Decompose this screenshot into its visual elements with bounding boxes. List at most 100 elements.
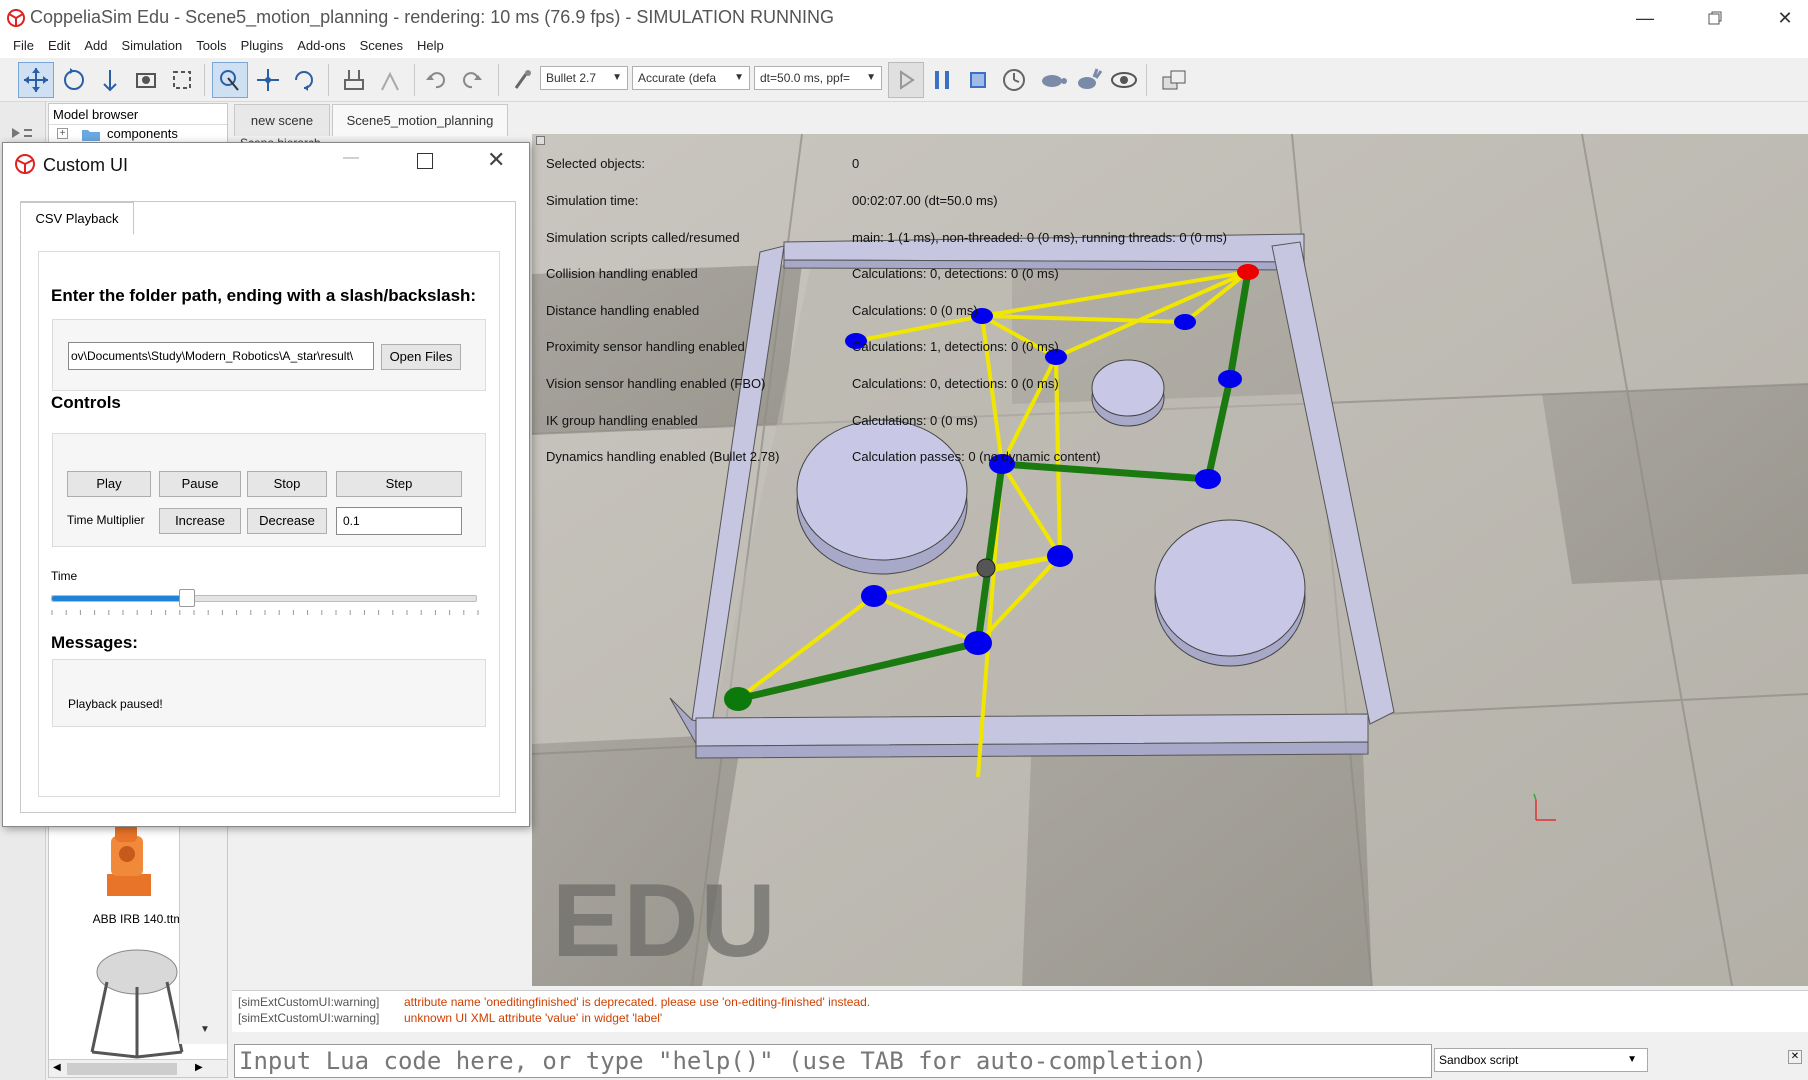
message-text: Playback paused! — [68, 697, 163, 711]
folder-path-input[interactable]: ov\Documents\Study\Modern_Robotics\A_sta… — [68, 342, 374, 370]
start-node — [724, 687, 752, 711]
menu-tools[interactable]: Tools — [189, 36, 233, 56]
tab-csv-playback[interactable]: CSV Playback — [20, 202, 134, 235]
time-slider-fill — [52, 596, 188, 601]
status-console: [simExtCustomUI:warning] attribute name … — [232, 990, 1808, 1032]
menu-edit[interactable]: Edit — [41, 36, 77, 56]
accuracy-select[interactable]: Accurate (defa ▼ — [632, 66, 750, 90]
chevron-down-icon: ▼ — [866, 72, 876, 83]
start-simulation-button[interactable] — [888, 62, 924, 98]
speed-up-rabbit-button[interactable] — [1070, 62, 1106, 98]
slow-down-turtle-button[interactable] — [1034, 62, 1070, 98]
info-value: Calculations: 0, detections: 0 (0 ms) — [852, 266, 1059, 282]
scroll-right-icon[interactable]: ▶ — [195, 1062, 203, 1073]
menu-scenes[interactable]: Scenes — [353, 36, 410, 56]
info-label: IK group handling enabled — [546, 412, 698, 428]
console-message: attribute name 'oneditingfinished' is de… — [404, 995, 871, 1009]
info-value: Calculations: 0 (0 ms) — [852, 412, 978, 428]
info-label: Vision sensor handling enabled (FBO) — [546, 376, 766, 392]
camera-rotate-button[interactable] — [56, 62, 92, 98]
close-icon[interactable]: ✕ — [1762, 0, 1808, 36]
info-value: Calculations: 1, detections: 0 (0 ms) — [852, 339, 1059, 355]
pause-simulation-button[interactable] — [924, 62, 960, 98]
realtime-clock-button[interactable] — [996, 62, 1032, 98]
increase-button[interactable]: Increase — [159, 508, 241, 534]
edu-watermark: EDU — [552, 863, 778, 979]
accuracy-value: Accurate (defa — [638, 71, 717, 85]
dialog-title: Custom UI — [43, 155, 129, 175]
info-label: Proximity sensor handling enabled — [546, 339, 745, 355]
menu-add[interactable]: Add — [77, 36, 114, 56]
dialog-maximize-button[interactable] — [417, 153, 433, 169]
menu-file[interactable]: File — [6, 36, 41, 56]
scroll-thumb[interactable] — [67, 1063, 177, 1075]
info-collapse-icon[interactable] — [536, 136, 545, 145]
model-browser-hscrollbar[interactable]: ◀ ▶ — [49, 1059, 227, 1077]
expand-folder-icon[interactable]: + — [57, 128, 68, 139]
lua-command-input[interactable]: Input Lua code here, or type "help()" (u… — [234, 1044, 1432, 1078]
restore-button[interactable] — [1692, 0, 1738, 36]
scene-viewport[interactable]: Selected objects: Simulation time: Simul… — [532, 134, 1808, 986]
scene-hierarchy-toggle-icon[interactable] — [10, 124, 34, 142]
physics-engine-icon — [504, 62, 540, 98]
click-select-button[interactable] — [212, 62, 248, 98]
menu-addons[interactable]: Add-ons — [290, 36, 352, 56]
visualization-eye-button[interactable] — [1106, 62, 1142, 98]
tab-scene5-motion-planning[interactable]: Scene5_motion_planning — [332, 104, 508, 136]
undo-button[interactable] — [418, 62, 454, 98]
play-button[interactable]: Play — [67, 471, 151, 497]
close-console-icon[interactable]: ✕ — [1788, 1050, 1802, 1064]
page-selector-button[interactable] — [1156, 62, 1192, 98]
decrease-button[interactable]: Decrease — [247, 508, 327, 534]
info-value: 00:02:07.00 (dt=50.0 ms) — [852, 193, 998, 209]
tab-new-scene[interactable]: new scene — [234, 104, 330, 136]
redo-button[interactable] — [454, 62, 490, 98]
timestep-value: dt=50.0 ms, ppf= — [760, 71, 851, 85]
stop-simulation-button[interactable] — [960, 62, 996, 98]
messages-group — [52, 659, 486, 727]
menu-simulation[interactable]: Simulation — [115, 36, 190, 56]
scroll-left-icon[interactable]: ◀ — [53, 1062, 61, 1073]
time-label: Time — [51, 569, 78, 583]
object-shift-button[interactable] — [250, 62, 286, 98]
info-label: Collision handling enabled — [546, 266, 698, 282]
scroll-down-icon[interactable]: ▼ — [200, 1024, 210, 1035]
title-bar: CoppeliaSim Edu - Scene5_motion_planning… — [0, 0, 1808, 36]
menu-help[interactable]: Help — [410, 36, 451, 56]
simulation-info-overlay: Selected objects: Simulation time: Simul… — [536, 134, 1227, 463]
camera-pan-button[interactable] — [18, 62, 54, 98]
camera-angle-button[interactable] — [128, 62, 164, 98]
stop-button[interactable]: Stop — [247, 471, 327, 497]
model-folder-label[interactable]: components — [107, 126, 178, 141]
chevron-down-icon: ▼ — [1627, 1054, 1637, 1065]
slider-ticks — [51, 610, 479, 615]
object-rotate-button[interactable] — [286, 62, 322, 98]
dialog-minimize-button[interactable]: — — [343, 149, 359, 167]
assemble-button[interactable] — [336, 62, 372, 98]
robot-marker — [976, 558, 996, 578]
open-files-button[interactable]: Open Files — [381, 344, 461, 370]
pause-button[interactable]: Pause — [159, 471, 241, 497]
minimize-button[interactable]: — — [1622, 0, 1668, 36]
menu-plugins[interactable]: Plugins — [234, 36, 291, 56]
messages-heading: Messages: — [51, 633, 138, 652]
transfer-dna-button[interactable] — [372, 62, 408, 98]
console-source: [simExtCustomUI:warning] — [238, 1011, 380, 1025]
physics-engine-select[interactable]: Bullet 2.7 ▼ — [540, 66, 628, 90]
script-selector[interactable]: Sandbox script ▼ — [1434, 1048, 1648, 1072]
time-slider-track[interactable] — [51, 595, 477, 602]
dialog-close-icon[interactable]: ✕ — [487, 147, 505, 173]
info-label: Dynamics handling enabled (Bullet 2.78) — [546, 449, 780, 465]
goal-node — [1237, 264, 1259, 280]
time-slider-thumb[interactable] — [179, 589, 195, 607]
fit-to-view-button[interactable] — [164, 62, 200, 98]
window-title: CoppeliaSim Edu - Scene5_motion_planning… — [30, 7, 835, 27]
time-multiplier-input[interactable]: 0.1 — [336, 507, 462, 535]
folder-prompt-label: Enter the folder path, ending with a sla… — [51, 286, 477, 305]
timestep-select[interactable]: dt=50.0 ms, ppf= ▼ — [754, 66, 882, 90]
step-button[interactable]: Step — [336, 471, 462, 497]
model-list-scrollbar[interactable]: ▼ — [179, 804, 227, 1044]
info-value: Calculations: 0, detections: 0 (0 ms) — [852, 376, 1059, 392]
info-label: Selected objects: — [546, 156, 646, 172]
camera-shift-button[interactable] — [92, 62, 128, 98]
